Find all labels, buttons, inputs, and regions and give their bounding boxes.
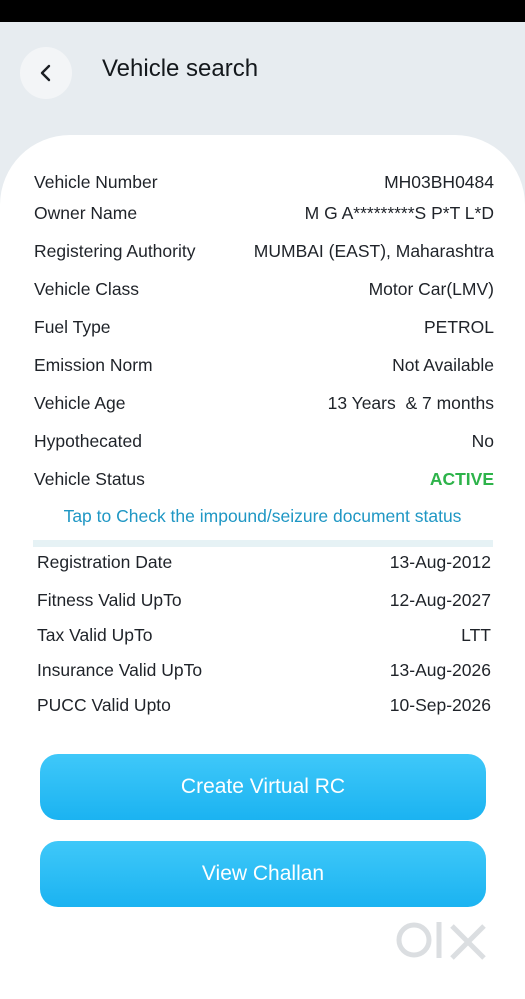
detail-value: No	[471, 430, 494, 451]
validity-label: PUCC Valid Upto	[37, 694, 171, 715]
chevron-left-icon	[40, 64, 51, 82]
create-virtual-rc-button[interactable]: Create Virtual RC	[40, 754, 486, 820]
validity-row-registration-date: Registration Date 13-Aug-2012	[37, 547, 491, 577]
detail-row-fuel-type: Fuel Type PETROL	[34, 312, 494, 342]
status-bar	[0, 0, 525, 22]
detail-label: Vehicle Status	[34, 468, 145, 489]
detail-label: Vehicle Age	[34, 392, 126, 413]
view-challan-button[interactable]: View Challan	[40, 841, 486, 907]
validity-value: 13-Aug-2012	[389, 551, 491, 572]
impound-status-link[interactable]: Tap to Check the impound/seizure documen…	[0, 506, 525, 527]
section-divider	[33, 540, 493, 547]
detail-value: 13 Years & 7 months	[327, 392, 494, 413]
header: Vehicle search	[0, 22, 525, 140]
page-title: Vehicle search	[102, 55, 259, 82]
detail-label: Fuel Type	[34, 316, 111, 337]
validity-row-pucc: PUCC Valid Upto 10-Sep-2026	[37, 690, 491, 720]
validity-value: 12-Aug-2027	[389, 589, 491, 610]
detail-row-hypothecated: Hypothecated No	[34, 426, 494, 456]
detail-value: MUMBAI (EAST), Maharashtra	[253, 240, 494, 261]
validity-row-tax: Tax Valid UpTo LTT	[37, 620, 491, 650]
status-badge: ACTIVE	[429, 468, 494, 489]
detail-value: Motor Car(LMV)	[368, 278, 494, 299]
validity-label: Insurance Valid UpTo	[37, 659, 203, 680]
validity-label: Fitness Valid UpTo	[37, 589, 182, 610]
detail-label: Emission Norm	[34, 354, 153, 375]
detail-label: Registering Authority	[34, 240, 196, 261]
olx-watermark-logo	[396, 922, 486, 960]
detail-value: MH03BH0484	[384, 171, 494, 192]
detail-value: M G A*********S P*T L*D	[304, 202, 494, 223]
validity-label: Registration Date	[37, 551, 173, 572]
validity-value: LTT	[461, 624, 491, 645]
detail-row-registering-authority: Registering Authority MUMBAI (EAST), Mah…	[34, 236, 494, 266]
detail-label: Vehicle Class	[34, 278, 140, 299]
detail-row-vehicle-class: Vehicle Class Motor Car(LMV)	[34, 274, 494, 304]
detail-row-emission-norm: Emission Norm Not Available	[34, 350, 494, 380]
validity-row-insurance: Insurance Valid UpTo 13-Aug-2026	[37, 655, 491, 685]
detail-value: PETROL	[423, 316, 494, 337]
validity-label: Tax Valid UpTo	[37, 624, 153, 645]
back-button[interactable]	[20, 47, 72, 99]
detail-row-vehicle-number: Vehicle Number MH03BH0484	[34, 167, 494, 197]
detail-row-vehicle-status: Vehicle Status ACTIVE	[34, 464, 494, 494]
validity-value: 10-Sep-2026	[389, 694, 491, 715]
detail-row-owner-name: Owner Name M G A*********S P*T L*D	[34, 198, 494, 228]
detail-row-vehicle-age: Vehicle Age 13 Years & 7 months	[34, 388, 494, 418]
detail-label: Vehicle Number	[34, 171, 158, 192]
detail-label: Owner Name	[34, 202, 138, 223]
validity-row-fitness: Fitness Valid UpTo 12-Aug-2027	[37, 585, 491, 615]
detail-value: Not Available	[392, 354, 494, 375]
detail-label: Hypothecated	[34, 430, 142, 451]
validity-value: 13-Aug-2026	[389, 659, 491, 680]
